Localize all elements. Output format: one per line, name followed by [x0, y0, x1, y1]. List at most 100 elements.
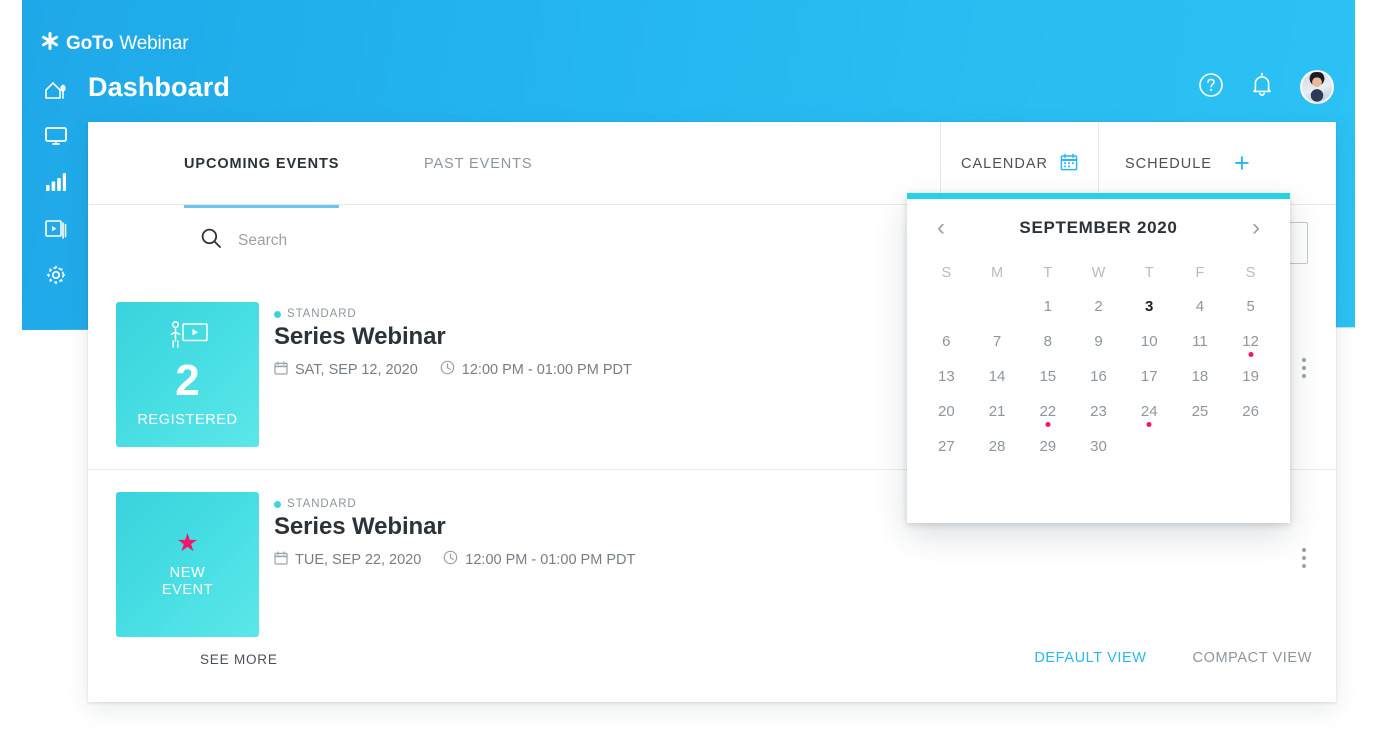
calendar-day-number: 2 — [1094, 298, 1103, 315]
event-registered-label: REGISTERED — [137, 412, 238, 429]
calendar-grid: S M T W T F S 1 2 3 4 5 6 7 8 9 10 11 12 13 14 15 16 17 18 19 20 21… — [907, 257, 1290, 478]
event-menu-button[interactable] — [1302, 358, 1306, 378]
home-icon — [44, 79, 68, 101]
sidebar-item-webinars[interactable] — [22, 120, 90, 152]
calendar-day-number: 10 — [1140, 333, 1158, 350]
event-tile-new[interactable]: ★ NEW EVENT — [116, 492, 259, 637]
calendar-day[interactable]: 11 — [1175, 324, 1226, 359]
calendar-day[interactable]: 20 — [921, 394, 972, 429]
help-button[interactable] — [1198, 72, 1224, 103]
event-badge-label: STANDARD — [287, 498, 357, 510]
calendar-day[interactable]: 29 — [1022, 429, 1073, 464]
calendar-day-number: 17 — [1140, 368, 1158, 385]
event-new-label-line1: NEW — [169, 564, 206, 581]
clock-icon — [440, 360, 455, 379]
notifications-button[interactable] — [1250, 72, 1274, 103]
see-more-button[interactable]: SEE MORE — [200, 652, 278, 667]
calendar-day[interactable]: 4 — [1175, 289, 1226, 324]
default-view-button[interactable]: DEFAULT VIEW — [1034, 650, 1146, 666]
tab-past-events[interactable]: PAST EVENTS — [424, 122, 532, 205]
calendar-day-number: 13 — [938, 368, 955, 385]
calendar-day-number: 27 — [938, 438, 955, 455]
calendar-day[interactable]: 30 — [1073, 429, 1124, 464]
sidebar-item-settings[interactable] — [22, 258, 90, 292]
search-icon — [200, 227, 222, 254]
calendar-day[interactable]: 23 — [1073, 394, 1124, 429]
calendar-day[interactable]: 6 — [921, 324, 972, 359]
sidebar-item-recordings[interactable] — [22, 212, 90, 246]
calendar-day[interactable]: 8 — [1022, 324, 1073, 359]
calendar-day-empty — [921, 289, 972, 324]
calendar-button-label: CALENDAR — [961, 155, 1048, 172]
calendar-day-number: 18 — [1191, 368, 1209, 385]
search-input[interactable] — [236, 230, 500, 251]
event-menu-button[interactable] — [1302, 548, 1306, 568]
chevron-left-icon[interactable]: ‹ — [931, 216, 951, 240]
sidebar-item-analytics[interactable] — [22, 166, 90, 198]
calendar-day[interactable]: 26 — [1225, 394, 1276, 429]
compact-view-button[interactable]: COMPACT VIEW — [1193, 650, 1312, 666]
event-date-text: TUE, SEP 22, 2020 — [295, 551, 422, 568]
calendar-day[interactable]: 1 — [1022, 289, 1073, 324]
calendar-day[interactable]: 18 — [1175, 359, 1226, 394]
event-title[interactable]: Series Webinar — [274, 513, 635, 541]
calendar-day[interactable]: 15 — [1022, 359, 1073, 394]
calendar-dow-header: S — [1245, 265, 1256, 281]
calendar-day[interactable]: 14 — [972, 359, 1023, 394]
video-library-icon — [44, 218, 68, 240]
event-tile-registered[interactable]: 2 REGISTERED — [116, 302, 259, 447]
calendar-day-number: 29 — [1039, 438, 1057, 455]
bar-chart-icon — [45, 172, 67, 192]
event-date-text: SAT, SEP 12, 2020 — [295, 361, 418, 378]
calendar-day-number: 23 — [1090, 403, 1107, 420]
calendar-day[interactable]: 13 — [921, 359, 972, 394]
bell-icon — [1250, 72, 1274, 103]
calendar-day[interactable]: 21 — [972, 394, 1023, 429]
presenter-screen-icon — [167, 320, 209, 355]
calendar-day[interactable]: 27 — [921, 429, 972, 464]
calendar-day[interactable]: 28 — [972, 429, 1023, 464]
calendar-day[interactable]: 3 — [1124, 289, 1175, 324]
gear-icon — [44, 263, 68, 287]
monitor-icon — [44, 126, 68, 146]
tab-upcoming-events[interactable]: UPCOMING EVENTS — [184, 122, 340, 208]
sidebar-item-dashboard[interactable] — [22, 72, 90, 108]
calendar-day[interactable]: 12 — [1225, 324, 1276, 359]
calendar-event-dot — [1146, 422, 1152, 427]
status-dot-icon — [274, 310, 281, 318]
calendar-day-number: 6 — [942, 333, 951, 350]
calendar-day[interactable]: 5 — [1225, 289, 1276, 324]
brand-logo[interactable]: GoTo Webinar — [40, 31, 189, 57]
calendar-day[interactable]: 2 — [1073, 289, 1124, 324]
calendar-day[interactable]: 16 — [1073, 359, 1124, 394]
avatar[interactable] — [1300, 70, 1334, 104]
calendar-day-number: 3 — [1145, 298, 1154, 315]
calendar-dow-header: T — [1043, 265, 1053, 281]
calendar-day-number: 14 — [988, 368, 1006, 385]
chevron-right-icon[interactable]: › — [1246, 216, 1266, 240]
search-field[interactable] — [200, 227, 500, 254]
brand-light: Webinar — [119, 33, 189, 54]
calendar-dow-header: W — [1091, 265, 1106, 281]
event-time: 12:00 PM - 01:00 PM PDT — [443, 550, 635, 569]
calendar-day[interactable]: 25 — [1175, 394, 1226, 429]
schedule-button-label: SCHEDULE — [1125, 155, 1212, 172]
calendar-day[interactable]: 10 — [1124, 324, 1175, 359]
calendar-day[interactable]: 22 — [1022, 394, 1073, 429]
calendar-day-number: 9 — [1094, 333, 1103, 350]
calendar-icon — [1060, 153, 1078, 175]
calendar-day-number: 5 — [1246, 298, 1255, 315]
event-meta: TUE, SEP 22, 2020 12:00 PM - 01:00 PM PD… — [274, 550, 635, 569]
calendar-day[interactable]: 17 — [1124, 359, 1175, 394]
event-title[interactable]: Series Webinar — [274, 323, 632, 351]
calendar-day[interactable]: 24 — [1124, 394, 1175, 429]
calendar-day[interactable]: 7 — [972, 324, 1023, 359]
app-root: GoTo Webinar Dashboard UPCOMING EVENTS P… — [0, 0, 1377, 739]
calendar-day[interactable]: 9 — [1073, 324, 1124, 359]
calendar-day-number: 24 — [1140, 403, 1158, 420]
calendar-dow-header: M — [991, 265, 1004, 281]
event-time: 12:00 PM - 01:00 PM PDT — [440, 360, 632, 379]
status-dot-icon — [274, 500, 281, 508]
calendar-day-number: 15 — [1039, 368, 1057, 385]
calendar-day[interactable]: 19 — [1225, 359, 1276, 394]
